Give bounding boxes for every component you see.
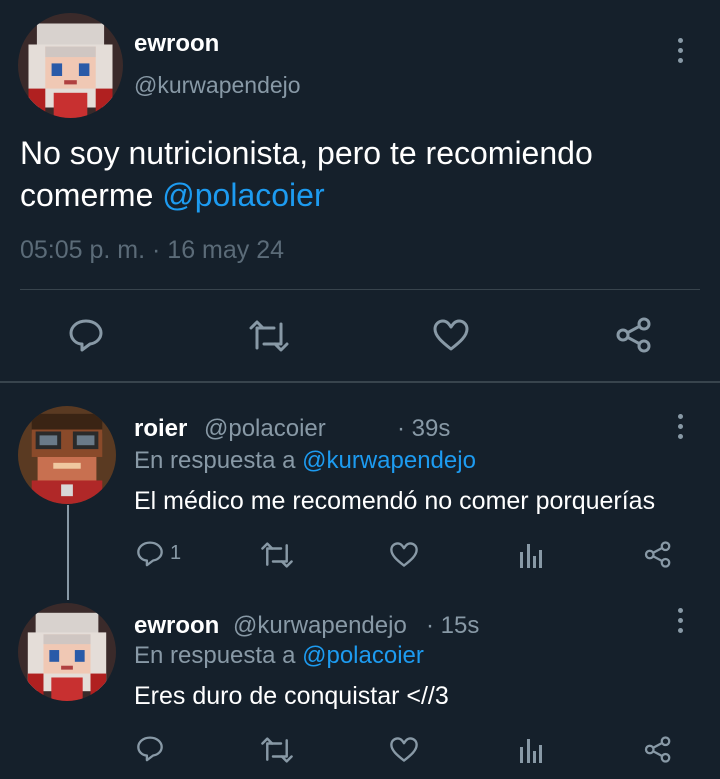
in-reply-to: En respuesta a @polacoier — [134, 642, 424, 670]
avatar[interactable] — [18, 603, 116, 701]
more-icon[interactable] — [674, 608, 686, 633]
mention-link[interactable]: @polacoier — [302, 642, 424, 669]
retweet-button[interactable] — [248, 320, 290, 352]
retweet-button[interactable] — [260, 737, 294, 763]
reply-text: El médico me recomendó no comer porquerí… — [134, 487, 656, 515]
author-handle[interactable]: @kurwapendejo — [134, 72, 301, 99]
like-button[interactable] — [389, 736, 419, 763]
share-button[interactable] — [643, 540, 673, 569]
mention-link[interactable]: @kurwapendejo — [302, 447, 476, 474]
author-name[interactable]: ewroon — [134, 30, 219, 58]
reply-count: 1 — [170, 542, 182, 564]
reply-button[interactable] — [136, 735, 164, 762]
like-icon — [433, 319, 469, 351]
tweet-text: No soy nutricionista, pero te recomiendo… — [20, 132, 710, 216]
like-icon — [390, 737, 418, 762]
reply-text: Eres duro de conquistar <//3 — [134, 682, 449, 710]
reply-author-name[interactable]: ewroon — [134, 612, 219, 640]
analytics-icon — [520, 739, 542, 763]
like-button[interactable] — [389, 541, 419, 568]
divider — [20, 289, 700, 290]
thread-line — [67, 505, 69, 600]
analytics-button[interactable] — [519, 542, 543, 568]
reply-icon — [137, 541, 163, 567]
divider — [0, 381, 720, 383]
reply-author-handle[interactable]: @polacoier — [204, 415, 326, 443]
retweet-button[interactable] — [260, 542, 294, 568]
reply-time[interactable]: · 39s — [397, 415, 450, 443]
more-icon[interactable] — [674, 38, 686, 63]
in-reply-to: En respuesta a @kurwapendejo — [134, 447, 476, 475]
in-reply-prefix: En respuesta a — [134, 642, 296, 669]
in-reply-prefix: En respuesta a — [134, 447, 296, 474]
retweet-icon — [261, 542, 293, 568]
more-icon[interactable] — [674, 414, 686, 439]
reply-button[interactable]: 1 — [136, 540, 181, 567]
share-button[interactable] — [614, 316, 654, 354]
share-icon — [616, 317, 651, 353]
like-button[interactable] — [432, 318, 470, 352]
avatar[interactable] — [18, 13, 123, 118]
share-icon — [644, 736, 671, 763]
reply-button[interactable] — [68, 318, 104, 352]
avatar[interactable] — [18, 406, 116, 504]
timestamp[interactable]: 05:05 p. m. · 16 may 24 — [20, 236, 284, 265]
retweet-icon — [249, 320, 289, 352]
retweet-icon — [261, 737, 293, 763]
like-icon — [390, 542, 418, 567]
reply-author-name[interactable]: roier — [134, 415, 187, 443]
reply-author-handle[interactable]: @kurwapendejo — [233, 612, 407, 640]
share-icon — [644, 541, 671, 568]
analytics-button[interactable] — [519, 737, 543, 763]
analytics-icon — [520, 544, 542, 568]
main-tweet: ewroon @kurwapendejo No soy nutricionist… — [0, 0, 720, 382]
mention-link[interactable]: @polacoier — [162, 177, 324, 213]
share-button[interactable] — [643, 735, 673, 764]
reply-icon — [137, 736, 163, 762]
reply-icon — [69, 319, 103, 352]
reply-time[interactable]: · 15s — [426, 612, 479, 640]
